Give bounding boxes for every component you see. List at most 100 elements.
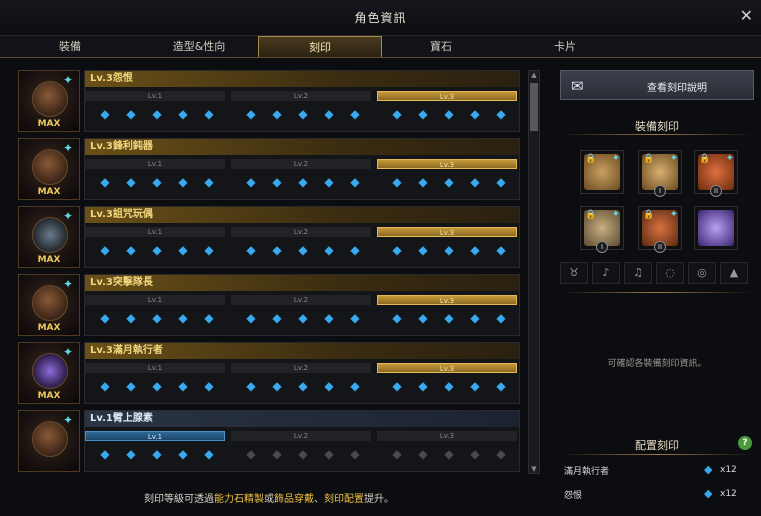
engraving-row[interactable]: ✦ MAX Lv.3突擊隊長 Lv.1 Lv.2 Lv.3 ◆ ◆ ◆ ◆ ◆ ◆ ◆ ◆ ◆ ◆ ◆ ◆ ◆ ◆ ◆ xyxy=(18,274,520,336)
engraving-bar: Lv.3鋒利鈍器 Lv.1 Lv.2 Lv.3 ◆ ◆ ◆ ◆ ◆ ◆ ◆ ◆ ◆ ◆ ◆ ◆ ◆ ◆ ◆ xyxy=(84,138,520,200)
note-text: 刻印等級可透過 xyxy=(144,494,214,505)
equip-slot-ring-2[interactable]: 🔒 ✦ II xyxy=(638,206,682,253)
engraving-name: Lv.3詛咒玩偶 xyxy=(85,207,519,223)
level-segments: Lv.1 Lv.2 Lv.3 xyxy=(85,227,520,239)
engraving-row[interactable]: ✦ MAX Lv.3鋒利鈍器 Lv.1 Lv.2 Lv.3 ◆ ◆ ◆ ◆ ◆ ◆ ◆ ◆ ◆ ◆ ◆ ◆ ◆ ◆ ◆ xyxy=(18,138,520,200)
preset-engraving-title: 配置刻印 xyxy=(635,439,679,452)
diamond-icon: ◆ xyxy=(272,447,282,461)
help-icon[interactable]: ? xyxy=(738,436,752,450)
preset-name: 滿月執行者 xyxy=(564,467,610,477)
engraving-pips: ◆ ◆ ◆ ◆ ◆ ◆ ◆ ◆ ◆ ◆ ◆ ◆ ◆ ◆ ◆ xyxy=(85,175,520,193)
diamond-icon: ◆ xyxy=(350,379,360,393)
diamond-icon: ◆ xyxy=(152,175,162,189)
diamond-icon: ◆ xyxy=(178,447,188,461)
equip-engraving-title: 裝備刻印 xyxy=(635,120,679,133)
filter-earring-1-icon[interactable]: ♪ xyxy=(592,262,620,284)
diamond-icon: ◆ xyxy=(126,175,136,189)
max-badge: MAX xyxy=(37,391,61,401)
equip-slot-earring-1[interactable]: 🔒 ✦ I xyxy=(638,150,682,197)
level-segments: Lv.1 Lv.2 Lv.3 xyxy=(85,295,520,307)
equip-engraving-hint: 可確認各裝備刻印資訊。 xyxy=(607,359,707,369)
level-segment: Lv.1 xyxy=(85,431,225,441)
equip-slot-ability-stone[interactable] xyxy=(694,206,738,250)
diamond-icon: ◆ xyxy=(272,107,282,121)
scroll-down-icon[interactable]: ▼ xyxy=(529,465,539,473)
equip-slot-ring-1[interactable]: 🔒 ✦ I xyxy=(580,206,624,253)
diamond-icon: ◆ xyxy=(272,175,282,189)
diamond-icon: ◆ xyxy=(100,107,110,121)
diamond-icon: ◆ xyxy=(350,311,360,325)
gem-icon: ✦ xyxy=(63,209,74,223)
diamond-icon: ◆ xyxy=(704,487,713,500)
level-segments: Lv.1 Lv.2 Lv.3 xyxy=(85,363,520,375)
filter-ring-1-icon[interactable]: ◌ xyxy=(656,262,684,284)
lock-icon: 🔒 xyxy=(585,154,597,164)
diamond-icon: ◆ xyxy=(496,107,506,121)
diamond-icon: ◆ xyxy=(100,311,110,325)
diamond-icon: ◆ xyxy=(324,107,334,121)
diamond-icon: ◆ xyxy=(444,175,454,189)
ability-stone-icon xyxy=(698,210,734,246)
lock-icon: 🔒 xyxy=(699,154,711,164)
note-text: 提升。 xyxy=(364,494,394,505)
diamond-icon: ◆ xyxy=(204,447,214,461)
tab-engraving[interactable]: 刻印 xyxy=(258,36,382,57)
scroll-thumb[interactable] xyxy=(530,83,538,131)
diamond-icon: ◆ xyxy=(204,311,214,325)
diamond-icon: ◆ xyxy=(152,379,162,393)
scroll-up-icon[interactable]: ▲ xyxy=(529,71,539,79)
diamond-icon: ◆ xyxy=(126,447,136,461)
filter-necklace-icon[interactable]: ♉ xyxy=(560,262,588,284)
level-segment: Lv.2 xyxy=(231,159,371,169)
diamond-icon: ◆ xyxy=(204,107,214,121)
engraving-row[interactable]: ✦ Lv.1臂上腺素 Lv.1 Lv.2 Lv.3 ◆ ◆ ◆ ◆ ◆ ◆ ◆ ◆ ◆ ◆ ◆ ◆ ◆ ◆ ◆ xyxy=(18,410,520,472)
diamond-icon: ◆ xyxy=(350,175,360,189)
diamond-icon: ◆ xyxy=(100,379,110,393)
engraving-portrait: ✦ MAX xyxy=(18,70,80,132)
filter-ability-stone-icon[interactable]: ▲ xyxy=(720,262,748,284)
diamond-icon: ◆ xyxy=(152,107,162,121)
diamond-icon: ◆ xyxy=(444,311,454,325)
diamond-icon: ◆ xyxy=(392,379,402,393)
diamond-icon: ◆ xyxy=(392,311,402,325)
divider xyxy=(560,292,754,293)
close-icon[interactable]: ✕ xyxy=(740,6,753,25)
diamond-icon: ◆ xyxy=(178,107,188,121)
engraving-name: Lv.1臂上腺素 xyxy=(85,411,519,427)
engraving-row[interactable]: ✦ MAX Lv.3滿月執行者 Lv.1 Lv.2 Lv.3 ◆ ◆ ◆ ◆ ◆ ◆ ◆ ◆ ◆ ◆ ◆ ◆ ◆ ◆ ◆ xyxy=(18,342,520,404)
diamond-icon: ◆ xyxy=(152,311,162,325)
diamond-icon: ◆ xyxy=(418,243,428,257)
engraving-pips: ◆ ◆ ◆ ◆ ◆ ◆ ◆ ◆ ◆ ◆ ◆ ◆ ◆ ◆ ◆ xyxy=(85,107,520,125)
view-engraving-guide-button[interactable]: ✉ 查看刻印說明 xyxy=(560,70,754,100)
filter-earring-2-icon[interactable]: ♫ xyxy=(624,262,652,284)
level-segment: Lv.2 xyxy=(231,295,371,305)
tab-gems[interactable]: 寶石 xyxy=(382,36,500,57)
tier-badge-icon: I xyxy=(654,185,666,197)
diamond-icon: ◆ xyxy=(152,447,162,461)
diamond-icon: ◆ xyxy=(298,107,308,121)
equip-slot-necklace[interactable]: 🔒 ✦ xyxy=(580,150,624,194)
diamond-icon: ◆ xyxy=(324,175,334,189)
tab-bar: 裝備 造型&性向 刻印 寶石 卡片 xyxy=(0,36,761,58)
level-segment: Lv.1 xyxy=(85,159,225,169)
tab-appearance[interactable]: 造型&性向 xyxy=(140,36,258,57)
diamond-icon: ◆ xyxy=(444,243,454,257)
level-segment: Lv.1 xyxy=(85,227,225,237)
equip-slot-earring-2[interactable]: 🔒 ✦ II xyxy=(694,150,738,197)
gem-icon: ✦ xyxy=(611,209,620,220)
list-scrollbar[interactable]: ▲ ▼ xyxy=(528,70,540,474)
engraving-row[interactable]: ✦ MAX Lv.3詛咒玩偶 Lv.1 Lv.2 Lv.3 ◆ ◆ ◆ ◆ ◆ ◆ ◆ ◆ ◆ ◆ ◆ ◆ ◆ ◆ ◆ xyxy=(18,206,520,268)
diamond-icon: ◆ xyxy=(392,243,402,257)
level-segment: Lv.1 xyxy=(85,295,225,305)
gem-icon: ✦ xyxy=(63,345,74,359)
tab-cards[interactable]: 卡片 xyxy=(500,36,630,57)
note-highlight-accessory: 飾品穿戴 xyxy=(274,494,314,505)
diamond-icon: ◆ xyxy=(126,311,136,325)
preset-name: 怨恨 xyxy=(564,491,583,501)
preset-row: 怨恨 ◆ x12 xyxy=(564,488,754,502)
diamond-icon: ◆ xyxy=(298,447,308,461)
tab-equipment[interactable]: 裝備 xyxy=(0,36,140,57)
filter-ring-2-icon[interactable]: ◎ xyxy=(688,262,716,284)
engraving-row[interactable]: ✦ MAX Lv.3怨恨 Lv.1 Lv.2 Lv.3 ◆ ◆ ◆ ◆ ◆ ◆ ◆ ◆ ◆ ◆ ◆ ◆ ◆ ◆ ◆ xyxy=(18,70,520,132)
diamond-icon: ◆ xyxy=(178,379,188,393)
